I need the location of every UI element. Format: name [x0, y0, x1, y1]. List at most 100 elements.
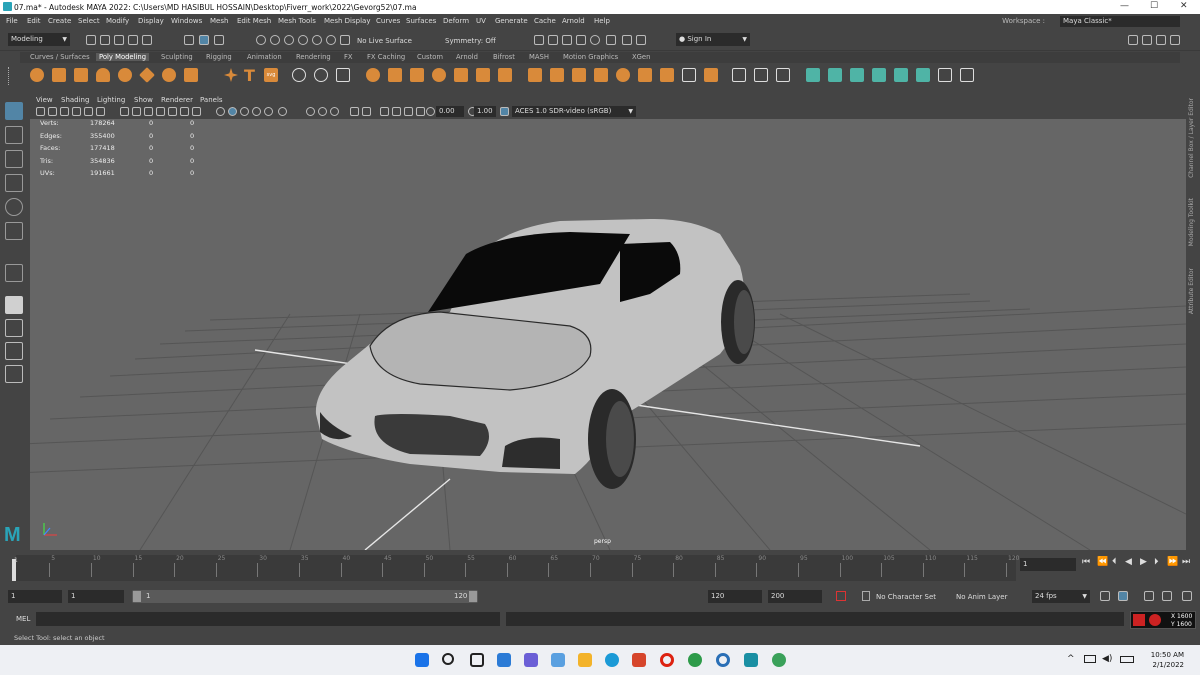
film-gate-icon[interactable] [132, 107, 141, 116]
menu-arnold[interactable]: Arnold [562, 17, 585, 25]
menu-edit[interactable]: Edit [27, 17, 41, 25]
super-shape-icon[interactable] [224, 68, 238, 82]
poly-cylinder-icon[interactable] [74, 68, 88, 82]
chat-icon[interactable] [524, 653, 538, 667]
chrome-profile-icon[interactable] [772, 653, 786, 667]
tab-sculpting[interactable]: Sculpting [161, 53, 193, 61]
lasso-tool-icon[interactable] [5, 126, 23, 144]
range-slider[interactable]: 1 120 [132, 590, 478, 603]
maya-taskbar-icon[interactable] [744, 653, 758, 667]
loop-icon[interactable] [1100, 591, 1110, 601]
command-language-label[interactable]: MEL [16, 615, 30, 623]
default-material-icon[interactable] [240, 107, 249, 116]
undo-icon[interactable] [128, 35, 138, 45]
extrude-icon[interactable] [528, 68, 542, 82]
vp-menu-lighting[interactable]: Lighting [97, 96, 125, 104]
poke-icon[interactable] [638, 68, 652, 82]
volume-icon[interactable]: ◀) [1102, 654, 1112, 664]
single-perspective-layout-icon[interactable] [5, 296, 23, 314]
select-object-icon[interactable] [199, 35, 209, 45]
battery-icon[interactable] [1120, 656, 1134, 663]
range-slider-end-handle[interactable] [469, 591, 477, 602]
poly-disc-icon[interactable] [162, 68, 176, 82]
uv-editor-icon[interactable] [916, 68, 930, 82]
2d-pan-zoom-icon[interactable] [84, 107, 93, 116]
svg-tool-icon[interactable]: svg [264, 68, 278, 82]
depth-of-field-icon[interactable] [362, 107, 371, 116]
network-icon[interactable] [1084, 655, 1096, 663]
wireframe-icon[interactable] [216, 107, 225, 116]
delete-history-icon[interactable] [960, 68, 974, 82]
tab-motion-graphics[interactable]: Motion Graphics [563, 53, 618, 61]
motion-blur-icon[interactable] [330, 107, 339, 116]
pause-ipr-icon[interactable] [636, 35, 646, 45]
extract-icon[interactable] [476, 68, 490, 82]
new-scene-icon[interactable] [86, 35, 96, 45]
time-ruler[interactable]: 1 5 10 15 20 25 30 35 40 45 50 55 60 65 70 75 80 85 90 95 1… [14, 555, 1019, 581]
isolate-select-icon[interactable] [380, 107, 389, 116]
menu-mesh-display[interactable]: Mesh Display [324, 17, 370, 25]
tab-fx[interactable]: FX [344, 53, 353, 61]
spherical-map-icon[interactable] [850, 68, 864, 82]
menu-modify[interactable]: Modify [106, 17, 129, 25]
sign-in-dropdown[interactable]: ● Sign In ▼ [676, 33, 750, 46]
ambient-occlusion-icon[interactable] [318, 107, 327, 116]
open-scene-icon[interactable] [100, 35, 110, 45]
live-surface-label[interactable]: No Live Surface [357, 37, 412, 45]
hypershade-icon[interactable] [590, 35, 600, 45]
menu-file[interactable]: File [6, 17, 18, 25]
gate-mask-icon[interactable] [156, 107, 165, 116]
play-forwards-icon[interactable]: ▶ [1140, 557, 1147, 567]
bevel-icon[interactable] [572, 68, 586, 82]
menu-uv[interactable]: UV [476, 17, 486, 25]
image-plane-icon[interactable] [72, 107, 81, 116]
shadows-icon[interactable] [306, 107, 315, 116]
anti-aliasing-icon[interactable] [350, 107, 359, 116]
xray-joints-icon[interactable] [416, 107, 425, 116]
mirror-icon[interactable] [454, 68, 468, 82]
retopologize-icon[interactable] [498, 68, 512, 82]
sound-icon[interactable] [1144, 591, 1154, 601]
menu-generate[interactable]: Generate [495, 17, 528, 25]
xray-active-icon[interactable] [404, 107, 413, 116]
field-chart-icon[interactable] [168, 107, 177, 116]
view-transform-dropdown[interactable]: ACES 1.0 SDR-video (sRGB) ▼ [512, 106, 636, 117]
menu-windows[interactable]: Windows [171, 17, 202, 25]
tab-mash[interactable]: MASH [529, 53, 549, 61]
smooth-icon[interactable] [410, 68, 424, 82]
menu-select[interactable]: Select [78, 17, 100, 25]
snap-pivot-icon[interactable] [340, 35, 350, 45]
playback-start-field[interactable]: 1 [68, 590, 124, 603]
menu-mesh[interactable]: Mesh [210, 17, 228, 25]
snap-surface-icon[interactable] [312, 35, 322, 45]
task-view-icon[interactable] [470, 653, 484, 667]
minimize-button[interactable]: — [1120, 1, 1129, 11]
chrome-icon[interactable] [688, 653, 702, 667]
menu-edit-mesh[interactable]: Edit Mesh [237, 17, 271, 25]
settings-icon[interactable] [716, 653, 730, 667]
four-view-layout-icon[interactable] [5, 319, 23, 337]
make-live-icon[interactable] [326, 35, 336, 45]
type-tool-icon[interactable]: T [244, 66, 255, 85]
step-back-key-icon[interactable]: ⏪ [1097, 557, 1108, 567]
start-icon[interactable] [415, 653, 429, 667]
snap-point-icon[interactable] [284, 35, 294, 45]
combine-icon[interactable] [366, 68, 380, 82]
safe-action-icon[interactable] [180, 107, 189, 116]
render-frame-icon[interactable] [534, 35, 544, 45]
select-component-icon[interactable] [214, 35, 224, 45]
select-hierarchy-icon[interactable] [184, 35, 194, 45]
pivot-tool-icon[interactable] [314, 68, 328, 82]
attribute-editor-tab[interactable]: Attribute Editor [1188, 268, 1195, 314]
system-clock[interactable]: 10:50 AM 2/1/2022 [1151, 650, 1184, 670]
snap-view-plane-icon[interactable] [298, 35, 308, 45]
playback-end-field[interactable]: 120 [708, 590, 762, 603]
character-set-dropdown[interactable]: No Character Set [876, 593, 936, 601]
resolution-gate-icon[interactable] [144, 107, 153, 116]
last-tool-icon[interactable] [5, 264, 23, 282]
render-settings-icon[interactable] [576, 35, 586, 45]
bridge-icon[interactable] [550, 68, 564, 82]
snap-grid-icon[interactable] [256, 35, 266, 45]
sculpt-geometry-icon[interactable] [292, 68, 306, 82]
tool-settings-icon[interactable] [1156, 35, 1166, 45]
